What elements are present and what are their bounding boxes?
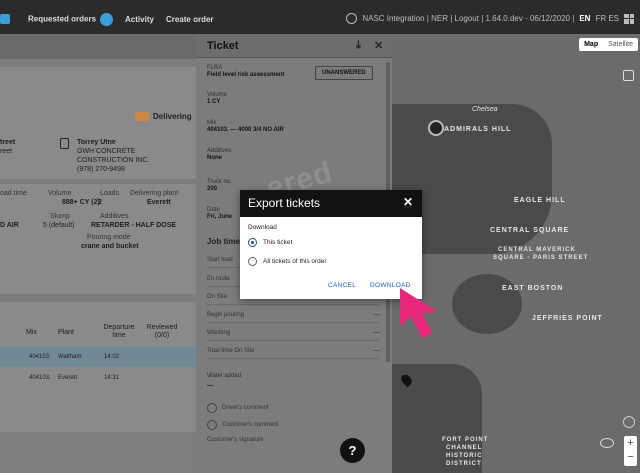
- total-time-value: —: [373, 347, 380, 354]
- truck-icon: [135, 112, 149, 121]
- map-type-toggle: Map Satellite: [579, 38, 638, 51]
- loads-stat: Loads 2: [98, 190, 120, 206]
- map-label: Chelsea: [472, 106, 498, 113]
- map-label: HISTORIC: [446, 453, 483, 459]
- customer-comment: Customer's comment: [207, 420, 279, 430]
- divider: [207, 304, 379, 305]
- download-icon[interactable]: ⤓: [356, 39, 361, 52]
- radio-all-tickets[interactable]: All tickets of this order: [248, 257, 327, 266]
- app-logo[interactable]: [0, 14, 10, 24]
- order-panel: Delivering treet reet Torrey Utne GWH CO…: [0, 34, 196, 473]
- additives-field: Additives None: [207, 148, 232, 161]
- dialog-header: Export tickets ✕: [240, 190, 422, 217]
- nav-requested-orders[interactable]: Requested orders: [28, 13, 114, 26]
- begin-pouring-value: —: [373, 311, 380, 318]
- ticket-header: Ticket ⤓ ✕: [196, 34, 392, 58]
- count-badge: [100, 13, 114, 26]
- map-view[interactable]: Map Satellite Chelsea ADMIRALS HILL EAGL…: [392, 34, 640, 473]
- map-label: CENTRAL SQUARE: [490, 227, 570, 234]
- user-area: NASC Integration | NER | Logout | 1.64.0…: [346, 13, 634, 24]
- comment-icon: [207, 420, 217, 430]
- map-label: EAST BOSTON: [502, 285, 564, 292]
- washing-row: Washing: [207, 330, 231, 336]
- en-route-row: En route: [207, 276, 230, 282]
- map-label: CHANNEL: [446, 445, 483, 451]
- begin-pouring-row: Begin pouring: [207, 312, 245, 318]
- table-row[interactable]: 404103. Everett 14:31: [0, 368, 196, 388]
- apps-grid-icon[interactable]: [624, 13, 634, 24]
- driver-comment: Driver's comment: [207, 403, 269, 413]
- zoom-control[interactable]: + −: [624, 436, 637, 466]
- customer-signature: Customer's signature: [207, 437, 264, 443]
- date-field: Date Fri, June: [207, 207, 233, 220]
- close-icon[interactable]: ✕: [403, 195, 413, 209]
- customer-info: Torrey Utne GWH CONCRETE CONSTRUCTION IN…: [77, 139, 150, 173]
- on-site-row: On Site: [207, 294, 228, 300]
- slump-stat: Slump 5 (default): [43, 213, 75, 229]
- table-header: Mix Plant Departure time Reviewed (0/0): [26, 324, 178, 339]
- flra-status-button[interactable]: UNANSWERED: [315, 66, 373, 80]
- map-label: SQUARE - PARIS STREET: [493, 255, 589, 261]
- lang-en[interactable]: EN: [579, 14, 590, 23]
- volume-field: Volume 1 CY: [207, 92, 228, 105]
- divider: [207, 340, 379, 341]
- top-nav: Requested orders Activity Create order: [28, 13, 214, 26]
- lang-others[interactable]: FR ES: [595, 14, 619, 23]
- truck-marker-icon[interactable]: [428, 120, 444, 136]
- map-label: FORT POINT: [442, 437, 489, 443]
- plant-stat: Delivering plant Everett: [130, 190, 179, 206]
- radio-selected-icon[interactable]: [248, 238, 257, 247]
- map-label: JEFFRIES POINT: [532, 315, 603, 322]
- job-address: treet reet: [0, 139, 16, 155]
- volume-stat: Volume 888+ CY (2): [48, 190, 100, 206]
- top-bar: Requested orders Activity Create order N…: [0, 0, 640, 34]
- pointer-cursor-icon: [400, 288, 438, 338]
- app-root: Requested orders Activity Create order N…: [0, 0, 640, 473]
- divider: [207, 358, 379, 359]
- nav-create-order[interactable]: Create order: [166, 15, 214, 24]
- flra-field: FLRA Field level risk assessment: [207, 65, 285, 78]
- user-info: NASC Integration | NER | Logout | 1.64.0…: [362, 14, 575, 23]
- dialog-subtitle: Download: [248, 224, 277, 231]
- cancel-button[interactable]: CANCEL: [328, 282, 356, 289]
- status-badge: Delivering: [135, 112, 192, 121]
- building-icon: [60, 138, 69, 149]
- comment-icon: [207, 403, 217, 413]
- locate-icon[interactable]: [623, 416, 635, 428]
- water-area: [452, 274, 522, 334]
- pouring-mode-stat: Pouring mode crane and bucket: [81, 234, 139, 250]
- ticket-title: Ticket: [207, 40, 239, 52]
- map-label: CENTRAL MAVERICK: [498, 247, 576, 253]
- map-tab[interactable]: Map: [579, 38, 603, 51]
- eye-icon[interactable]: [600, 438, 614, 448]
- mix-prefix: D AIR: [0, 222, 19, 229]
- radio-this-ticket[interactable]: This ticket: [248, 238, 292, 247]
- job-time-heading: Job time: [207, 237, 240, 246]
- additives-stat: Additives RETARDER - HALF DOSE: [91, 213, 177, 229]
- total-time-row: Total time On Site: [207, 348, 255, 354]
- table-row[interactable]: 404103. Waltham 14:02: [0, 347, 196, 367]
- close-icon[interactable]: ✕: [374, 39, 383, 52]
- radio-icon[interactable]: [248, 257, 257, 266]
- nav-activity[interactable]: Activity: [125, 15, 154, 24]
- dialog-title: Export tickets: [248, 196, 321, 210]
- user-icon[interactable]: [346, 13, 358, 24]
- load-time-label: oad time: [0, 190, 27, 197]
- truck-field: Truck no. 200: [207, 179, 232, 192]
- export-tickets-dialog: Export tickets ✕ Download This ticket Al…: [240, 190, 422, 299]
- water-added-field: Water added —: [207, 373, 242, 389]
- map-label: EAGLE HILL: [514, 197, 566, 204]
- map-label: DISTRICT: [446, 461, 482, 467]
- help-button[interactable]: ?: [340, 438, 365, 463]
- fullscreen-icon[interactable]: [623, 70, 634, 81]
- satellite-tab[interactable]: Satellite: [603, 38, 638, 51]
- map-label: ADMIRALS HILL: [444, 126, 512, 133]
- washing-value: —: [373, 329, 380, 336]
- divider: [207, 322, 379, 323]
- mix-field: Mix 404103. — 4000 3/4 NO AIR: [207, 120, 284, 133]
- order-panel-header: [0, 34, 196, 59]
- start-load-row: Start load: [207, 257, 233, 263]
